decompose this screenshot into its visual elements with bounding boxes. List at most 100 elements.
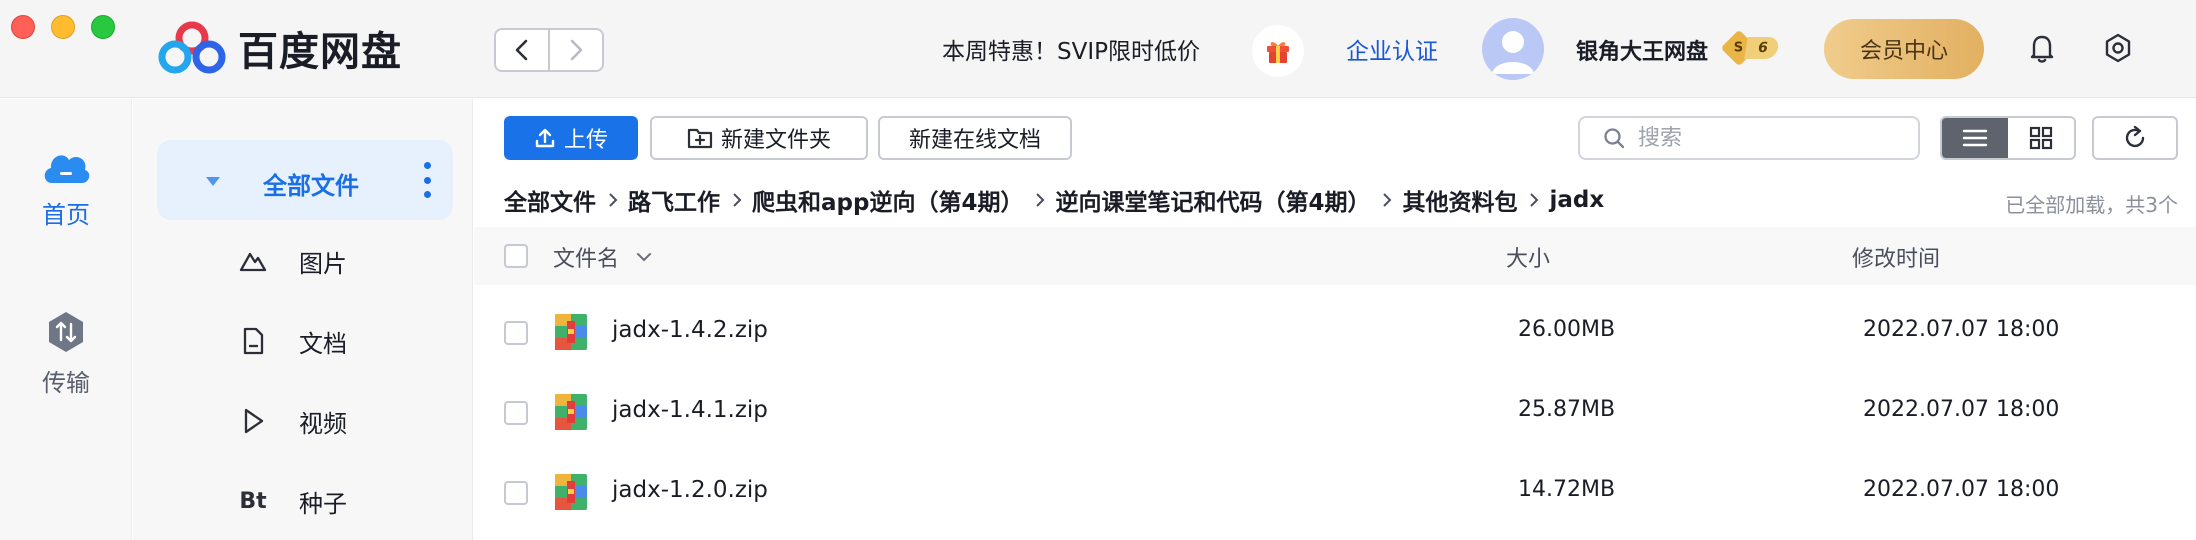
caret-down-icon[interactable] <box>204 174 222 188</box>
breadcrumb-item[interactable]: 逆向课堂笔记和代码（第4期） <box>1055 183 1370 217</box>
upload-button[interactable]: 上传 <box>504 116 638 160</box>
column-header-name[interactable]: 文件名 <box>553 241 653 273</box>
vip-tier: S <box>1734 40 1744 56</box>
sidebar-item-label: 种子 <box>299 489 347 518</box>
left-rail: 首页 传输 <box>0 99 132 540</box>
vip-level: 6 <box>1744 37 1780 59</box>
search-box[interactable] <box>1578 116 1920 160</box>
file-modified-time: 2022.07.07 18:00 <box>1863 317 2060 342</box>
upload-label: 上传 <box>563 128 608 153</box>
list-view-icon <box>1962 129 1988 147</box>
avatar[interactable] <box>1482 18 1544 80</box>
chevron-left-icon <box>515 39 528 61</box>
chevron-down-icon[interactable] <box>635 251 653 263</box>
new-folder-button[interactable]: 新建文件夹 <box>650 116 868 160</box>
app-logo: 百度网盘 <box>158 20 402 76</box>
new-online-doc-button[interactable]: 新建在线文档 <box>878 116 1072 160</box>
refresh-button[interactable] <box>2092 116 2178 160</box>
chevron-right-icon <box>1529 191 1539 209</box>
load-status: 已全部加载，共3个 <box>2005 193 2178 217</box>
title-bar: 百度网盘 本周特惠！SVIP限时低价 企业认证 银角大王网盘 S 6 会员中心 <box>0 0 2196 98</box>
sidebar-item-torrents[interactable]: Bt 种子 <box>133 481 473 521</box>
row-checkbox[interactable] <box>504 401 528 425</box>
table-row[interactable]: jadx-1.4.2.zip 26.00MB 2022.07.07 18:00 <box>474 293 2196 373</box>
sidebar-item-label: 全部文件 <box>263 172 359 200</box>
search-input[interactable] <box>1638 125 1898 151</box>
sidebar: 全部文件 图片 文档 视频 Bt 种子 <box>133 99 473 540</box>
file-modified-time: 2022.07.07 18:00 <box>1863 477 2060 502</box>
gear-icon <box>2105 33 2131 63</box>
folder-add-icon <box>687 128 713 149</box>
notification-button[interactable] <box>2024 30 2060 66</box>
image-icon <box>237 245 269 277</box>
sidebar-item-label: 图片 <box>299 249 347 278</box>
table-row[interactable]: jadx-1.2.0.zip 14.72MB 2022.07.07 18:00 <box>474 453 2196 533</box>
rail-transfer[interactable]: 传输 <box>0 309 132 398</box>
rail-home[interactable]: 首页 <box>0 143 132 230</box>
sidebar-item-videos[interactable]: 视频 <box>133 401 473 441</box>
file-size: 26.00MB <box>1518 317 1616 342</box>
zip-file-icon <box>555 394 587 430</box>
chevron-right-icon <box>1382 191 1392 209</box>
column-header-size[interactable]: 大小 <box>1506 241 1550 273</box>
view-toggle <box>1940 116 2076 160</box>
sidebar-item-images[interactable]: 图片 <box>133 241 473 281</box>
breadcrumb-item[interactable]: 爬虫和app逆向（第4期） <box>752 183 1023 217</box>
table-row[interactable]: jadx-1.4.1.zip 25.87MB 2022.07.07 18:00 <box>474 373 2196 453</box>
chevron-right-icon <box>608 191 618 209</box>
chevron-right-icon <box>570 39 583 61</box>
settings-button[interactable] <box>2100 30 2136 66</box>
breadcrumb-item[interactable]: 其他资料包 <box>1402 183 1517 217</box>
bt-icon: Bt <box>239 488 267 514</box>
grid-view-button[interactable] <box>2008 118 2074 158</box>
video-icon <box>237 405 269 437</box>
document-icon <box>237 325 269 357</box>
search-icon <box>1604 128 1625 149</box>
main-panel: 上传 新建文件夹 新建在线文档 搜索 全部文件 路飞工作 爬虫和app逆向（第4… <box>474 99 2196 540</box>
user-avatar-icon <box>1492 31 1534 74</box>
member-center-button[interactable]: 会员中心 <box>1824 19 1984 79</box>
cloud-icon <box>44 155 90 183</box>
brand-name: 百度网盘 <box>238 29 402 75</box>
file-size: 25.87MB <box>1518 397 1616 422</box>
minimize-window-button[interactable] <box>51 15 75 39</box>
forward-button[interactable] <box>548 30 602 70</box>
refresh-icon <box>2125 125 2145 148</box>
breadcrumb-item[interactable]: 全部文件 <box>504 183 596 217</box>
chevron-right-icon <box>1035 191 1045 209</box>
username[interactable]: 银角大王网盘 <box>1576 34 1708 66</box>
gift-icon <box>1267 42 1289 63</box>
rail-transfer-label: 传输 <box>42 369 90 397</box>
select-all-checkbox[interactable] <box>504 244 528 268</box>
row-checkbox[interactable] <box>504 321 528 345</box>
row-checkbox[interactable] <box>504 481 528 505</box>
sidebar-item-all-files[interactable]: 全部文件 <box>157 140 453 220</box>
breadcrumb-current: jadx <box>1549 187 1605 213</box>
history-nav <box>494 28 604 72</box>
breadcrumb: 全部文件 路飞工作 爬虫和app逆向（第4期） 逆向课堂笔记和代码（第4期） 其… <box>504 183 1605 217</box>
column-header-name-label: 文件名 <box>553 247 620 272</box>
more-options-icon[interactable] <box>423 162 431 198</box>
rail-home-label: 首页 <box>42 201 90 229</box>
file-modified-time: 2022.07.07 18:00 <box>1863 397 2060 422</box>
zoom-window-button[interactable] <box>91 15 115 39</box>
grid-view-icon <box>2029 126 2053 150</box>
sidebar-item-documents[interactable]: 文档 <box>133 321 473 361</box>
new-folder-label: 新建文件夹 <box>720 128 831 153</box>
table-header: 文件名 大小 修改时间 <box>474 227 2196 285</box>
bell-icon <box>2030 35 2054 63</box>
breadcrumb-item[interactable]: 路飞工作 <box>628 183 720 217</box>
list-view-button[interactable] <box>1942 118 2008 158</box>
vip-badge[interactable]: S 6 <box>1720 29 1780 67</box>
file-name[interactable]: jadx-1.4.1.zip <box>612 397 768 423</box>
file-name[interactable]: jadx-1.2.0.zip <box>612 477 768 503</box>
file-name[interactable]: jadx-1.4.2.zip <box>612 317 768 343</box>
back-button[interactable] <box>496 30 548 70</box>
enterprise-verify-link[interactable]: 企业认证 <box>1346 32 1438 66</box>
column-header-modified[interactable]: 修改时间 <box>1852 241 1940 273</box>
transfer-icon <box>49 312 83 352</box>
close-window-button[interactable] <box>11 15 35 39</box>
baidu-netdisk-logo-icon <box>158 21 226 74</box>
gift-button[interactable] <box>1252 25 1304 77</box>
promo-link[interactable]: 本周特惠！SVIP限时低价 <box>942 32 1200 66</box>
